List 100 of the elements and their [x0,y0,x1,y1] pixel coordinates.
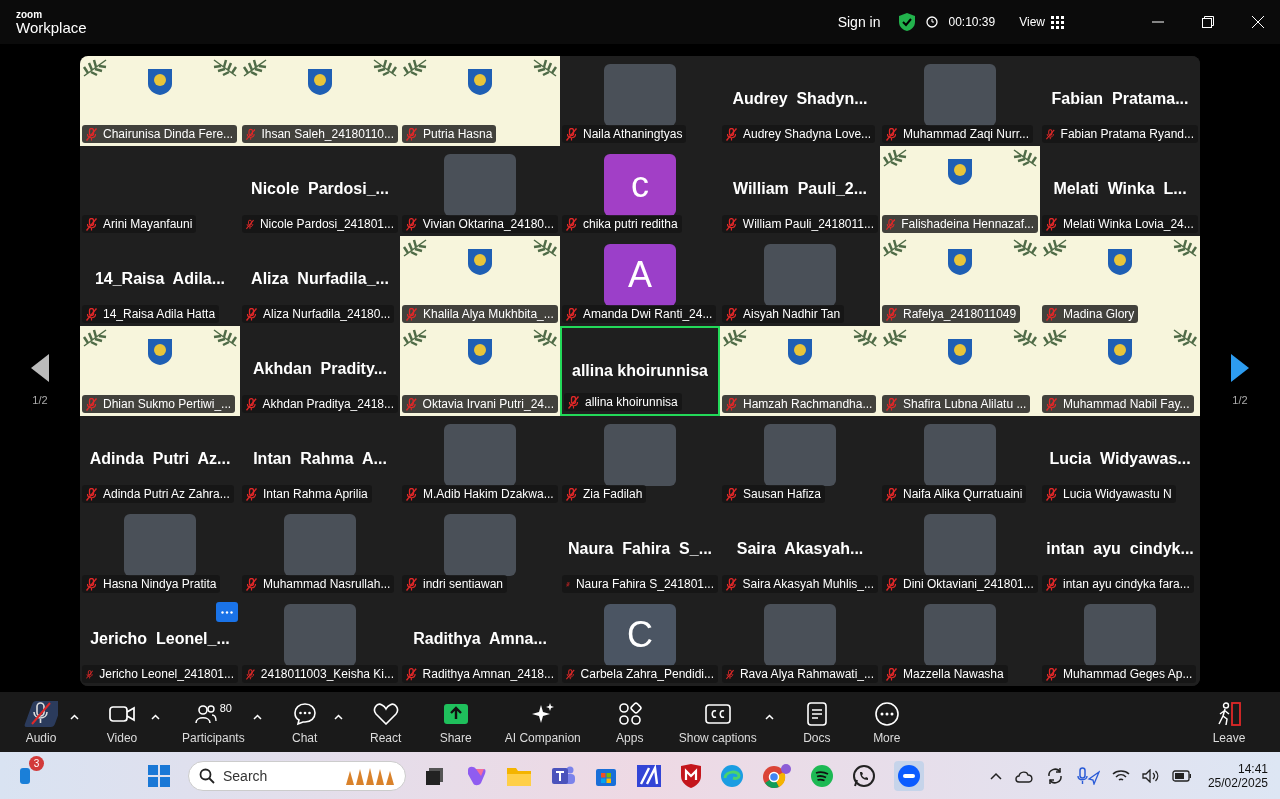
leaf-icon [882,148,908,168]
microphone-icon[interactable] [1075,766,1100,785]
emblem-icon [787,338,813,366]
name-label: Shafira Lubna Alilatu ... [882,395,1031,413]
name-label: M.Adib Hakim Dzakwa... [402,485,558,503]
chrome-browser-icon[interactable] [762,762,792,789]
app-logo-text: zoom [16,9,44,20]
leave-button[interactable]: Leave [1202,695,1256,749]
page-indicator: 1/2 [32,394,48,406]
next-page-icon[interactable] [1231,354,1249,382]
name-label: Ihsan Saleh_24180110... [242,125,398,143]
photo-placeholder [284,604,356,666]
restore-icon[interactable] [1202,16,1214,28]
caret-icon[interactable] [333,713,343,720]
sync-icon[interactable] [1045,766,1064,785]
emblem-icon [467,248,493,276]
apps-icon [617,699,642,728]
react-button[interactable]: React [358,695,413,749]
clock-icon [926,16,939,28]
name-label: Akhdan Praditya_2418... [242,395,398,413]
name-label: Radithya Amnan_2418... [402,665,558,683]
leaf-icon [212,328,238,348]
emblem-icon [947,158,973,186]
participant-name-heading: Jericho Leonel_... [90,630,230,648]
participant-name-heading: Intan Rahma A... [253,450,387,468]
chat-button[interactable]: Chat [277,695,332,749]
video-button[interactable]: Video [95,695,149,749]
close-icon[interactable] [1252,16,1264,28]
document-icon [806,699,827,728]
letter-avatar: c [604,154,676,216]
leaf-icon [82,58,108,78]
ai-button[interactable]: AI Companion [498,695,587,749]
participant-name-heading: 14_Raisa Adila... [94,270,226,288]
name-label: Putria Hasna [402,125,497,143]
participant-name-heading: Audrey Shadyn... [732,90,868,108]
name-label: Saira Akasyah Muhlis_... [722,575,878,593]
photo-placeholder [444,154,516,216]
name-label: Muhammad Zaqi Nurr... [882,125,1034,143]
more-options-button[interactable] [216,602,238,622]
name-label: Naura Fahira S_241801... [562,575,718,593]
participant-name-heading: Saira Akasyah... [736,540,864,558]
view-button[interactable]: View [1019,15,1064,29]
sign-in-button[interactable]: Sign in [837,14,881,30]
video-call-app-icon[interactable] [894,760,924,791]
leaf-icon [532,238,558,258]
caret-icon[interactable] [151,713,160,720]
name-label: Rava Alya Rahmawati_... [722,665,878,683]
emblem-icon [947,338,973,366]
captions-button[interactable]: Show captions [672,695,763,749]
emblem-icon [147,338,173,366]
leaf-icon [212,58,238,78]
emblem-icon [1107,338,1133,366]
previous-page-icon[interactable] [31,354,49,382]
whatsapp-icon[interactable] [852,763,876,788]
leaf-icon [1012,328,1038,348]
shield-check-icon[interactable] [898,12,917,32]
name-label: Muhammad Geges Ap... [1042,665,1197,683]
name-label: Zia Fadilah [562,485,647,503]
exit-door-icon [1216,699,1242,728]
participant-name-heading: Naura Fahira S_... [567,540,713,558]
taskbar-search-field[interactable]: Search [188,760,406,791]
participant-name-heading: Adinda Putri Az... [89,450,231,468]
photo-placeholder [924,64,996,126]
name-label: Hasna Nindya Pratita [82,575,221,593]
emblem-icon [467,68,493,96]
wifi-icon[interactable] [1111,768,1130,783]
participant-name-heading: Melati Winka L... [1053,180,1187,198]
photo-placeholder [604,424,676,486]
apps-button[interactable]: Apps [602,695,657,749]
more-button[interactable]: More [859,695,914,749]
name-label: Mazzella Nawasha [882,665,1008,683]
chevron-up-icon[interactable] [989,771,1002,780]
leaf-icon [722,328,748,348]
name-label: Aliza Nurfadila_24180... [242,305,395,323]
battery-icon[interactable] [1171,769,1192,782]
share-button[interactable]: Share [428,695,483,749]
clock-time[interactable]: 14:41 [1237,761,1268,776]
cloud-icon[interactable] [1013,768,1034,783]
app-icon[interactable] [636,763,662,788]
shield-icon[interactable] [680,763,702,788]
caret-icon[interactable] [70,713,79,720]
caret-icon[interactable] [252,713,262,720]
leaf-icon [1172,328,1198,348]
speaker-icon[interactable] [1141,768,1160,783]
name-label: Muhammad Nasrullah... [242,575,395,593]
name-label: Melati Winka Lovia_24... [1042,215,1198,233]
letter-avatar: C [604,604,676,666]
name-label: Naila Athaningtyas [562,125,687,143]
participant-name-heading: Lucia Widyawas... [1049,450,1191,468]
docs-button[interactable]: Docs [789,695,844,749]
windows-start-icon[interactable] [148,764,170,787]
caret-icon[interactable] [764,713,774,720]
spotify-icon[interactable] [810,763,834,788]
audio-button[interactable]: Audio [14,695,68,749]
notification-badge: 3 [29,755,44,771]
leaf-icon [532,328,558,348]
clock-date[interactable]: 25/02/2025 [1207,775,1268,790]
leaf-icon [1042,238,1068,258]
participants-button[interactable]: 80 Participants [176,695,251,749]
leaf-icon [1012,238,1038,258]
